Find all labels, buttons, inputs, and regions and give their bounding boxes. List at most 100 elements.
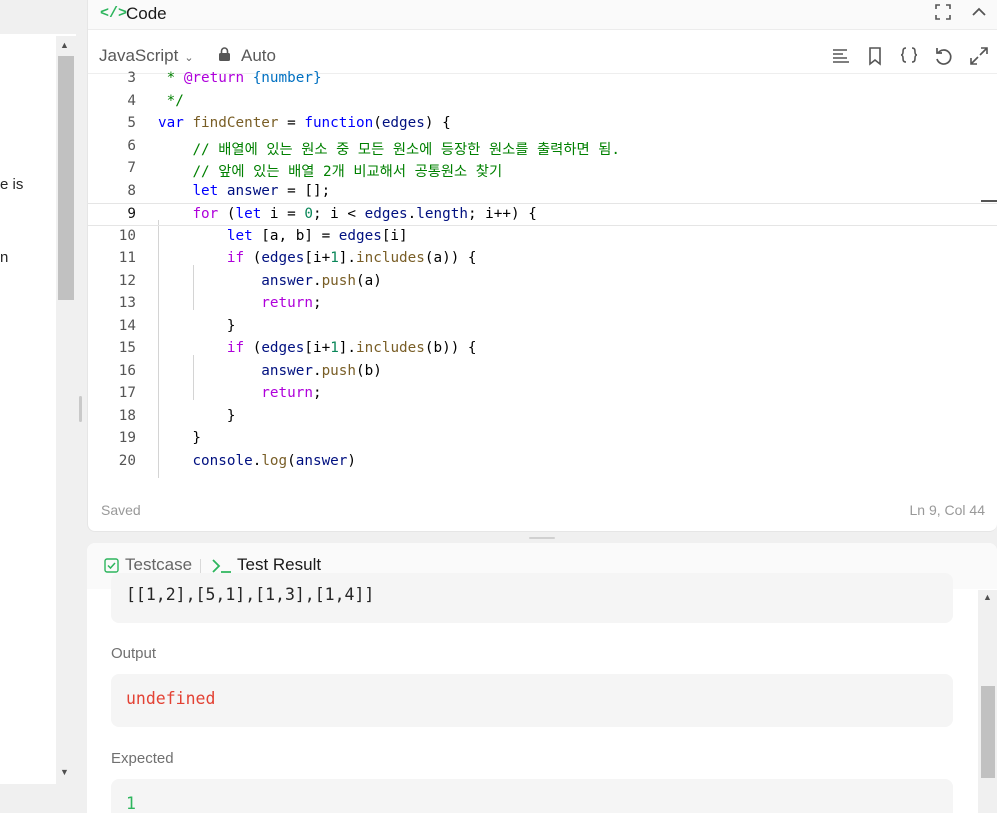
description-scrollbar[interactable]: ▲ ▼ xyxy=(56,36,76,784)
lock-icon xyxy=(219,47,230,61)
tab-test-result[interactable]: Test Result xyxy=(237,555,321,575)
checkbox-icon xyxy=(104,558,119,573)
code-line-text: * @return {number} xyxy=(158,70,322,86)
code-line-text: } xyxy=(158,430,202,446)
line-number: 13 xyxy=(118,295,136,311)
code-line-text: let [a, b] = edges[i] xyxy=(226,227,408,244)
code-line-text: } xyxy=(158,317,236,334)
code-line[interactable]: 9 for (let i = 0; i < edges.length; i++)… xyxy=(88,203,997,226)
line-number: 7 xyxy=(127,160,136,176)
overview-ruler-marker xyxy=(981,200,997,202)
description-text-fragment: n xyxy=(0,249,9,266)
scroll-up-arrow-icon[interactable]: ▲ xyxy=(983,592,992,602)
line-number: 5 xyxy=(127,115,136,131)
code-line-text: */ xyxy=(158,92,184,109)
code-line[interactable]: 13 return; xyxy=(88,293,997,316)
chevron-down-icon: ⌄ xyxy=(184,52,194,64)
result-scrollbar[interactable]: ▲ xyxy=(978,590,997,813)
code-line-text: } xyxy=(158,407,236,424)
tab-testcase[interactable]: Testcase xyxy=(125,555,192,575)
code-line[interactable]: 12 answer.push(a) xyxy=(88,271,997,294)
description-text-fragment: e is xyxy=(0,176,24,193)
collapse-up-icon[interactable] xyxy=(970,3,988,26)
description-header-strip xyxy=(0,0,76,34)
code-line-text: answer.push(b) xyxy=(261,362,382,379)
line-number: 18 xyxy=(118,407,136,424)
code-line-text: return; xyxy=(261,295,322,311)
input-value-box: [[1,2],[5,1],[1,3],[1,4]] xyxy=(111,573,953,623)
line-number: 17 xyxy=(118,385,136,401)
description-footer-strip xyxy=(0,784,76,813)
expected-value-box: 1 xyxy=(111,779,953,813)
expected-value: 1 xyxy=(126,794,136,813)
code-editor[interactable]: 3 * @return {number} 4 */5 var findCenter … xyxy=(88,68,997,478)
line-number: 20 xyxy=(118,452,136,469)
cursor-position: Ln 9, Col 44 xyxy=(909,502,986,518)
line-number: 3 xyxy=(127,70,136,86)
save-status: Saved xyxy=(101,502,141,518)
code-panel-header: </> Code xyxy=(88,0,997,30)
line-number: 15 xyxy=(118,340,136,356)
code-line[interactable]: 16 answer.push(b) xyxy=(88,361,997,384)
input-value: [[1,2],[5,1],[1,3],[1,4]] xyxy=(126,585,375,604)
line-number: 9 xyxy=(127,206,136,222)
test-result-panel: Testcase Test Result [[1,2],[5,1],[1,3],… xyxy=(87,543,997,813)
fullscreen-icon[interactable] xyxy=(934,3,952,26)
format-lines-icon[interactable] xyxy=(830,45,852,67)
code-line-text: return; xyxy=(261,385,322,401)
code-line[interactable]: 19 } xyxy=(88,428,997,451)
line-number: 6 xyxy=(127,137,136,154)
code-panel: </> Code JavaScript ⌄ Auto 3 * @return {n… xyxy=(87,0,997,532)
code-line-text: console.log(answer) xyxy=(192,452,357,469)
code-brackets-icon: </> xyxy=(100,5,128,22)
scrollbar-thumb[interactable] xyxy=(58,56,74,300)
bookmark-icon[interactable] xyxy=(864,45,886,67)
code-line-text: if (edges[i+1].includes(b)) { xyxy=(226,340,477,356)
line-number: 11 xyxy=(118,250,136,266)
line-number: 19 xyxy=(118,430,136,446)
code-line[interactable]: 11 if (edges[i+1].includes(a)) { xyxy=(88,248,997,271)
scrollbar-thumb[interactable] xyxy=(981,686,995,778)
code-line-text: if (edges[i+1].includes(a)) { xyxy=(226,250,477,266)
code-line[interactable]: 10 let [a, b] = edges[i] xyxy=(88,226,997,249)
language-label: JavaScript xyxy=(99,46,179,65)
line-number: 14 xyxy=(118,317,136,334)
code-line[interactable]: 4 */ xyxy=(88,91,997,114)
code-line-text: answer.push(a) xyxy=(261,272,382,289)
scroll-down-arrow-icon[interactable]: ▼ xyxy=(60,767,69,777)
scroll-up-arrow-icon[interactable]: ▲ xyxy=(60,40,69,50)
code-line[interactable]: 7 // 앞에 있는 배열 2개 비교해서 공통원소 찾기 xyxy=(88,158,997,181)
output-label: Output xyxy=(111,645,157,662)
line-number: 12 xyxy=(118,272,136,289)
line-number: 8 xyxy=(127,182,136,199)
line-number: 16 xyxy=(118,362,136,379)
output-value-box: undefined xyxy=(111,674,953,727)
vertical-resize-handle[interactable] xyxy=(529,537,555,539)
line-number: 10 xyxy=(118,227,136,244)
editor-status-bar: Saved Ln 9, Col 44 xyxy=(88,498,997,522)
braces-icon[interactable] xyxy=(898,45,920,67)
code-line[interactable]: 14 } xyxy=(88,316,997,339)
code-line[interactable]: 20 console.log(answer) xyxy=(88,451,997,474)
code-line[interactable]: 17 return; xyxy=(88,383,997,406)
code-line-text: for (let i = 0; i < edges.length; i++) { xyxy=(192,206,537,222)
code-line[interactable]: 18 } xyxy=(88,406,997,429)
expand-icon[interactable] xyxy=(968,45,990,67)
line-number: 4 xyxy=(127,92,136,109)
code-line[interactable]: 6 // 배열에 있는 원소 중 모든 원소에 등장한 원소를 출력하면 됨. xyxy=(88,136,997,159)
expected-label: Expected xyxy=(111,750,174,767)
code-line[interactable]: 8 let answer = []; xyxy=(88,181,997,204)
code-line-text: // 앞에 있는 배열 2개 비교해서 공통원소 찾기 xyxy=(192,164,503,180)
reset-icon[interactable] xyxy=(933,45,955,67)
code-line[interactable]: 5 var findCenter = function(edges) { xyxy=(88,113,997,136)
code-panel-title: Code xyxy=(126,4,167,23)
language-selector[interactable]: JavaScript ⌄ xyxy=(99,46,194,66)
code-line-text: // 배열에 있는 원소 중 모든 원소에 등장한 원소를 출력하면 됨. xyxy=(192,141,621,158)
code-line[interactable]: 15 if (edges[i+1].includes(b)) { xyxy=(88,338,997,361)
code-line-text: var findCenter = function(edges) { xyxy=(158,115,451,131)
mode-label[interactable]: Auto xyxy=(241,46,276,66)
output-value: undefined xyxy=(126,689,216,708)
code-line-text: let answer = []; xyxy=(192,182,331,199)
code-line[interactable]: 3 * @return {number} xyxy=(88,68,997,91)
panel-resize-handle[interactable] xyxy=(79,396,82,422)
